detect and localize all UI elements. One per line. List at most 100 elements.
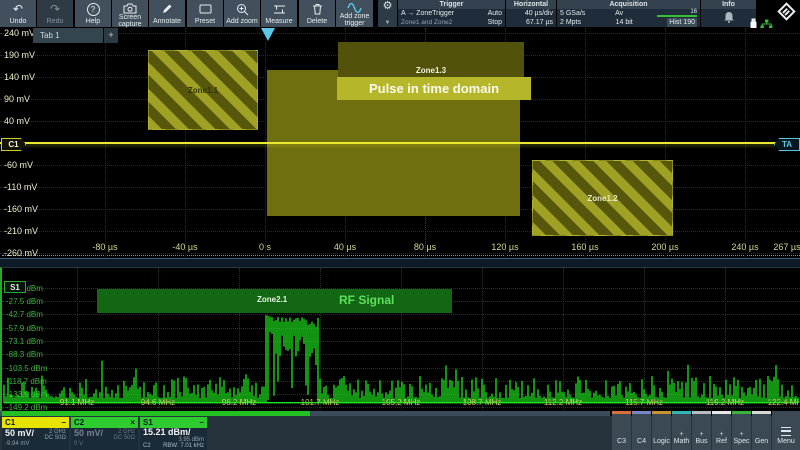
acquisition-history: Hist 190 (667, 18, 697, 27)
preset-icon (199, 3, 212, 15)
button-math[interactable]: +Math (672, 411, 691, 450)
trigger-aux-badge[interactable]: TA (774, 138, 800, 151)
measure-button[interactable]: Measure (261, 0, 297, 27)
trigger-condition: Zone1 and Zone2 (401, 18, 452, 27)
zone-1-1[interactable]: Zone1.1 (148, 50, 258, 130)
toolbar: ↶ Undo ↷ Redo ? Help Screen capture Anno… (0, 0, 800, 27)
spectrum-x-axis-label: 115.7 MHz (625, 398, 663, 407)
menu-icon (781, 427, 791, 436)
trash-icon (312, 3, 323, 15)
time-y-axis-label: -160 mV (4, 204, 38, 214)
time-x-axis-label: 40 µs (334, 242, 356, 252)
button-c3[interactable]: C3 (612, 411, 631, 450)
acquisition-sample-rate: 5 GSa/s (560, 9, 585, 18)
zone-1-3-label: Zone1.3 (338, 66, 524, 75)
spectrum-x-axis-label: 101.7 MHz (301, 398, 340, 407)
gridline-h (0, 253, 800, 254)
time-x-axis-label: -40 µs (172, 242, 197, 252)
zone-1-2-label: Zone1.2 (587, 194, 617, 203)
info-section-title: Info (701, 0, 756, 9)
time-domain-diagram: Tab 1 + Zone1.3 Pulse in time domain Zon… (0, 28, 800, 258)
trigger-source: A → ZoneTrigger (401, 9, 454, 18)
button-spec[interactable]: +Spec (732, 411, 751, 450)
screen-capture-button[interactable]: Screen capture (112, 0, 148, 27)
horizontal-position: 67.17 µs (526, 18, 553, 27)
button-label: C3 (617, 438, 626, 445)
spectrum-x-axis-label: 108.7 MHz (463, 398, 502, 407)
add-zoom-button[interactable]: Add zoom (224, 0, 260, 27)
channel-color-stripe (632, 411, 651, 414)
time-y-axis-label: 240 mV (4, 28, 35, 38)
button-gen[interactable]: Gen (752, 411, 771, 450)
channel-color-stripe (692, 411, 711, 414)
spectrum-x-axis-label: 94.6 MHz (141, 398, 175, 407)
pulse-annotation[interactable]: Pulse in time domain (337, 77, 531, 100)
channel-color-stripe (732, 411, 751, 414)
gridline-h (0, 231, 800, 232)
undo-button[interactable]: ↶ Undo (0, 0, 36, 27)
delete-button[interactable]: Delete (299, 0, 335, 27)
add-tab-button[interactable]: + (104, 28, 118, 43)
redo-button[interactable]: ↷ Redo (37, 0, 73, 27)
horizontal-section-title: Horizontal (506, 0, 556, 9)
toolbar-settings-button[interactable]: ⚙ ▼ (378, 0, 397, 27)
oscilloscope-screen: ↶ Undo ↷ Redo ? Help Screen capture Anno… (0, 0, 800, 450)
camera-icon (123, 3, 137, 14)
bottom-button-bar: C3C4Logic+Math+Bus+Ref+SpecGenMenu (0, 411, 800, 450)
time-y-axis-label: -60 mV (4, 160, 33, 170)
horizontal-section[interactable]: Horizontal 40 µs/div 67.17 µs (506, 0, 556, 27)
zone-1-2[interactable]: Zone1.2 (532, 160, 673, 236)
channel-color-stripe (752, 411, 771, 414)
help-button[interactable]: ? Help (75, 0, 111, 27)
acquisition-mode: Av (615, 9, 623, 18)
button-c4[interactable]: C4 (632, 411, 651, 450)
time-x-axis-label: 267 µs (773, 242, 800, 252)
channel-color-stripe (672, 411, 691, 414)
magnifier-plus-icon (236, 3, 249, 15)
button-label: Menu (777, 438, 795, 445)
spectrum-diagram: Zone2.1 RF Signal S1 -12.3 dBm-27.5 dBm-… (0, 267, 800, 411)
button-ref[interactable]: +Ref (712, 411, 731, 450)
time-x-axis-label: -80 µs (92, 242, 117, 252)
button-label: Ref (716, 438, 727, 445)
info-section[interactable]: Info (701, 0, 756, 27)
acquisition-section[interactable]: Acquisition 5 GSa/s Av 16 2 Mpts 14 bit … (557, 0, 700, 27)
time-axis-ticks (2, 255, 800, 256)
time-x-axis-label: 80 µs (414, 242, 436, 252)
trigger-section-title: Trigger (398, 0, 505, 9)
button-menu[interactable]: Menu (772, 411, 800, 450)
plus-icon: + (679, 431, 683, 438)
chevron-down-icon: ▼ (385, 20, 391, 26)
button-label: Logic (653, 438, 670, 445)
time-y-axis-label: -210 mV (4, 226, 38, 236)
time-y-axis-label: 190 mV (4, 50, 35, 60)
spectrum-x-axis-label: 105.2 MHz (382, 398, 421, 407)
acquisition-section-title: Acquisition (557, 0, 700, 9)
undo-icon: ↶ (13, 3, 23, 15)
button-logic[interactable]: Logic (652, 411, 671, 450)
plus-icon: + (699, 431, 703, 438)
horizontal-scale: 40 µs/div (525, 9, 553, 18)
channel-color-stripe (712, 411, 731, 414)
tab-tab1[interactable]: Tab 1 (33, 28, 103, 43)
acquisition-record-length: 2 Mpts (560, 18, 581, 27)
add-zone-trigger-button[interactable]: Add zone trigger (336, 0, 373, 27)
plus-icon: + (739, 431, 743, 438)
time-y-axis-label: -110 mV (4, 182, 37, 192)
button-bus[interactable]: +Bus (692, 411, 711, 450)
panel-divider[interactable] (0, 258, 800, 267)
annotate-button[interactable]: Annotate (149, 0, 185, 27)
trigger-position-marker[interactable] (261, 28, 275, 41)
trigger-section[interactable]: Trigger A → ZoneTrigger Auto Zone1 and Z… (398, 0, 505, 27)
button-label: C4 (637, 438, 646, 445)
channel-color-stripe (612, 411, 631, 414)
notification-bell-icon[interactable] (701, 9, 756, 24)
c1-channel-badge[interactable]: C1 (1, 138, 26, 151)
spectrum-x-axis-label: 112.2 MHz (544, 398, 582, 407)
time-y-axis-label: 40 mV (4, 116, 30, 126)
preset-button[interactable]: Preset (187, 0, 223, 27)
time-y-axis-label: 140 mV (4, 72, 35, 82)
rohde-schwarz-logo (777, 2, 796, 21)
button-label: Gen (755, 438, 768, 445)
s1-spectrum-badge[interactable]: S1 (4, 281, 26, 293)
